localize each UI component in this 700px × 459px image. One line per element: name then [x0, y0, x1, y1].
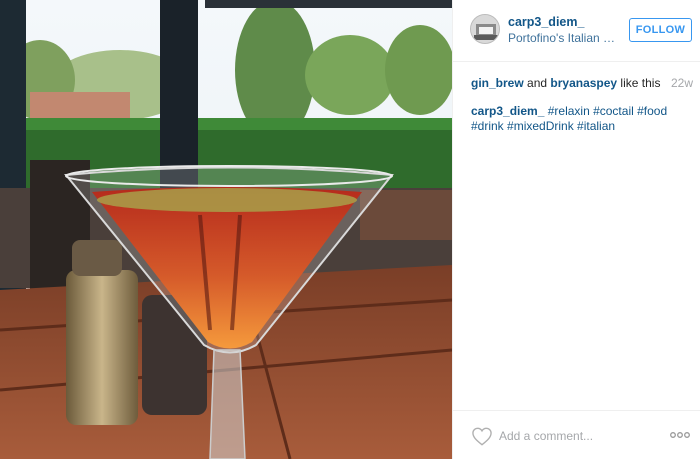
- heart-outline-icon[interactable]: [471, 427, 493, 446]
- cocktail-photo-illustration: [0, 0, 452, 459]
- post-timestamp[interactable]: 22w: [671, 76, 693, 90]
- liker-link-2[interactable]: bryanaspey: [550, 76, 617, 90]
- likes-connector: and: [523, 76, 551, 90]
- avatar[interactable]: [470, 14, 500, 44]
- comment-footer: [453, 410, 700, 459]
- post-header: carp3_diem_ Portofino's Italian R... FOL…: [453, 0, 700, 62]
- follow-button[interactable]: FOLLOW: [629, 18, 692, 42]
- post-photo[interactable]: [0, 0, 452, 459]
- add-comment-input[interactable]: [499, 427, 659, 445]
- post-caption: carp3_diem_ #relaxin #coctail #food #dri…: [471, 104, 685, 134]
- liker-link-1[interactable]: gin_brew: [471, 76, 524, 90]
- likes-suffix: like this: [617, 76, 661, 90]
- avatar-image: [471, 15, 499, 43]
- post-sidebar: carp3_diem_ Portofino's Italian R... FOL…: [452, 0, 700, 459]
- caption-author-link[interactable]: carp3_diem_: [471, 104, 544, 118]
- post-location-link[interactable]: Portofino's Italian R...: [508, 31, 616, 45]
- post-author-username[interactable]: carp3_diem_: [508, 15, 584, 29]
- likes-summary: gin_brew and bryanaspey like this 22w: [471, 76, 693, 90]
- ellipsis-icon[interactable]: [669, 427, 691, 443]
